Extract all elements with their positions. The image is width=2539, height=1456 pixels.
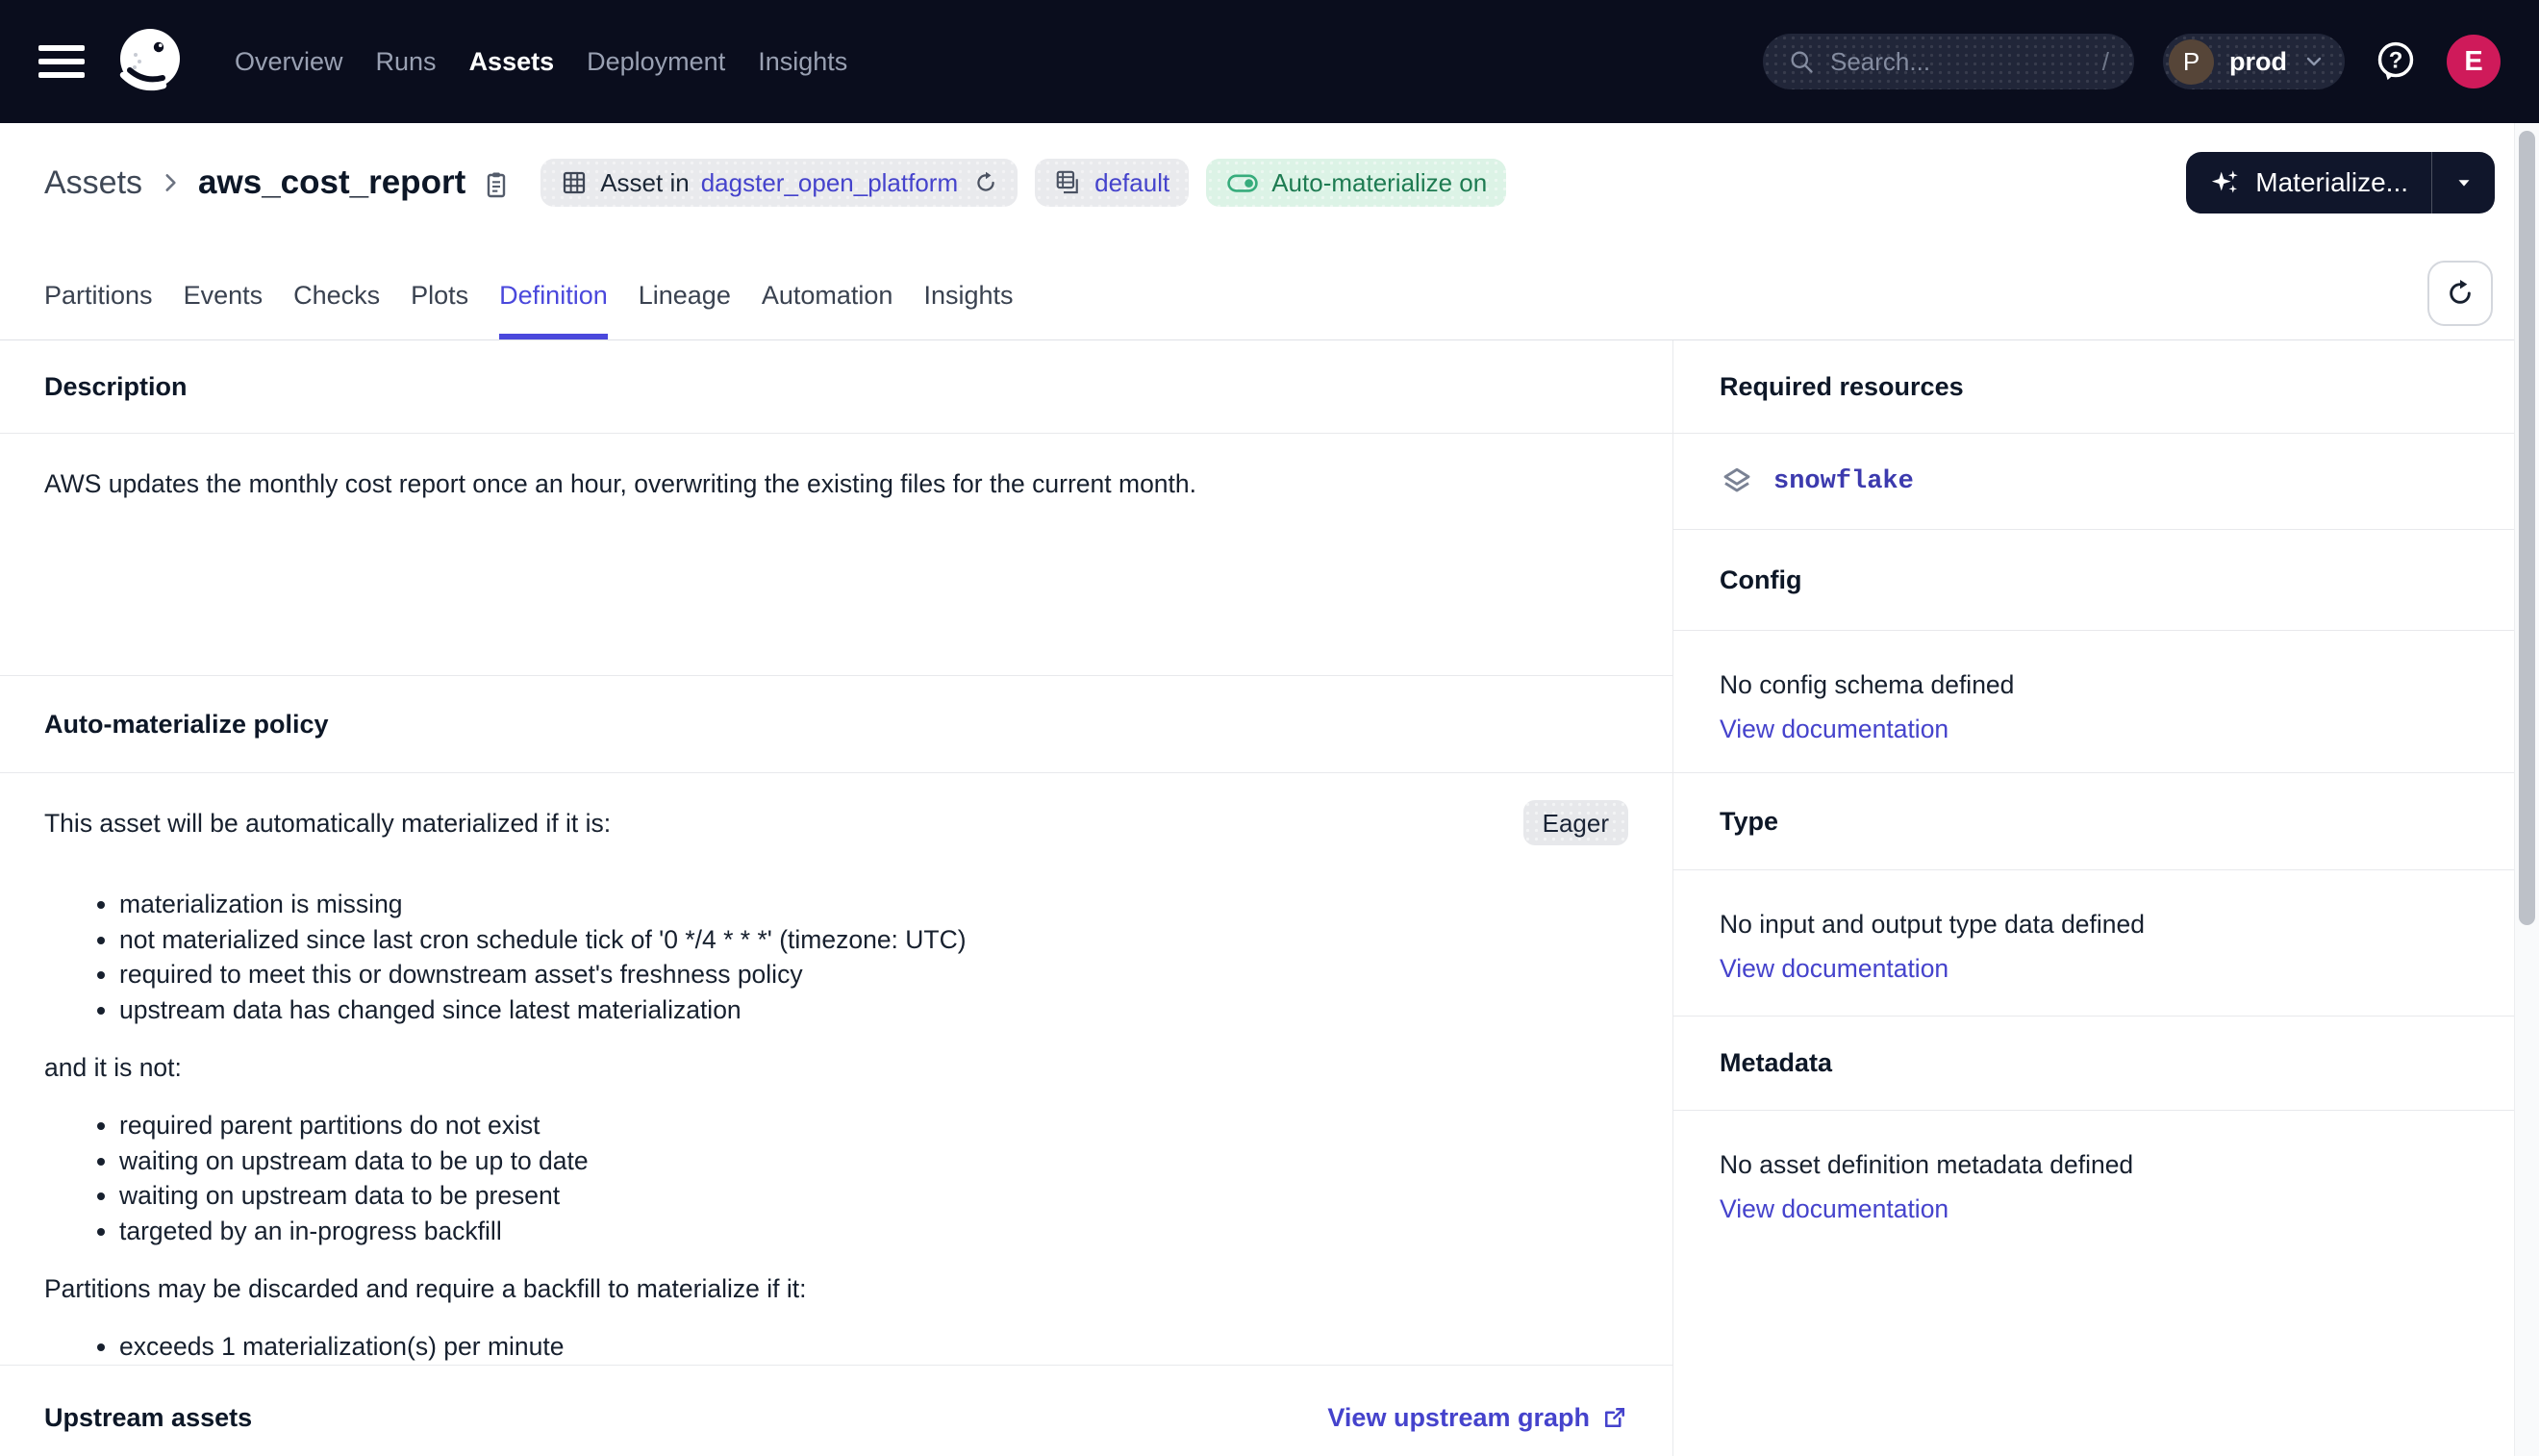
search-icon <box>1788 48 1815 75</box>
table-icon <box>560 168 589 197</box>
upstream-assets-heading: Upstream assets <box>44 1403 252 1433</box>
external-link-icon <box>1601 1404 1628 1431</box>
reload-location-icon[interactable] <box>973 170 998 195</box>
policy-if-item: required to meet this or downstream asse… <box>119 957 1628 992</box>
nav-item-runs[interactable]: Runs <box>376 47 437 77</box>
config-heading: Config <box>1673 530 2539 631</box>
group-badge: default <box>1035 159 1189 207</box>
user-avatar[interactable]: E <box>2447 35 2501 88</box>
policy-if-item: upstream data has changed since latest m… <box>119 992 1628 1028</box>
automaterialize-policy-heading: Auto-materialize policy <box>0 676 1672 773</box>
materialize-button[interactable]: Materialize... <box>2186 152 2431 213</box>
sparkle-icon <box>2209 166 2242 199</box>
policy-not-item: waiting on upstream data to be up to dat… <box>119 1143 1628 1179</box>
top-nav: Overview Runs Assets Deployment Insights… <box>0 0 2539 123</box>
policy-not-intro: and it is not: <box>44 1050 1628 1085</box>
search-input[interactable]: Search... / <box>1763 34 2134 89</box>
eager-badge: Eager <box>1523 800 1628 845</box>
tab-insights[interactable]: Insights <box>923 281 1013 339</box>
definition-sidebar: Required resources snowflake Config No c… <box>1673 340 2539 1456</box>
asset-group-icon <box>1054 168 1083 197</box>
breadcrumb-chevron-icon <box>158 170 183 195</box>
chevron-down-icon <box>2302 50 2325 73</box>
upstream-assets-section: Upstream assets View upstream graph <box>0 1366 1672 1456</box>
asset-tabs: Partitions Events Checks Plots Definitio… <box>0 213 2539 340</box>
policy-not-item: required parent partitions do not exist <box>119 1108 1628 1143</box>
policy-if-item: materialization is missing <box>119 887 1628 922</box>
view-upstream-graph-link[interactable]: View upstream graph <box>1327 1403 1628 1433</box>
group-link[interactable]: default <box>1094 168 1169 198</box>
materialize-dropdown-button[interactable] <box>2431 152 2495 213</box>
deployment-name: prod <box>2229 47 2287 77</box>
tab-automation[interactable]: Automation <box>762 281 893 339</box>
tab-lineage[interactable]: Lineage <box>639 281 731 339</box>
required-resources-heading: Required resources <box>1673 340 2539 434</box>
type-heading: Type <box>1673 773 2539 870</box>
tab-checks[interactable]: Checks <box>293 281 380 339</box>
policy-if-item: not materialized since last cron schedul… <box>119 922 1628 958</box>
scrollbar-track[interactable] <box>2514 123 2539 1456</box>
definition-main: Description AWS updates the monthly cost… <box>0 340 1673 1456</box>
nav-item-overview[interactable]: Overview <box>235 47 343 77</box>
nav-item-assets[interactable]: Assets <box>469 47 555 77</box>
resource-link-snowflake[interactable]: snowflake <box>1773 467 1914 496</box>
menu-icon[interactable] <box>38 45 85 78</box>
automaterialize-badge[interactable]: Auto-materialize on <box>1206 159 1506 207</box>
metadata-heading: Metadata <box>1673 1017 2539 1111</box>
config-docs-link[interactable]: View documentation <box>1720 708 1948 750</box>
search-placeholder: Search... <box>1830 47 2102 77</box>
caret-down-icon <box>2453 172 2475 193</box>
asset-location-badge: Asset in dagster_open_platform <box>540 159 1018 207</box>
policy-discard-item: exceeds 1 materialization(s) per minute <box>119 1329 1628 1365</box>
refresh-icon <box>2445 278 2476 309</box>
breadcrumb-assets[interactable]: Assets <box>44 164 142 202</box>
type-empty-text: No input and output type data defined <box>1720 903 2493 945</box>
layers-icon <box>1720 464 1754 499</box>
automaterialize-label: Auto-materialize on <box>1271 168 1487 198</box>
config-empty-text: No config schema defined <box>1720 664 2493 706</box>
description-text: AWS updates the monthly cost report once… <box>0 434 1672 676</box>
dagster-logo-icon <box>112 23 189 100</box>
scrollbar-thumb[interactable] <box>2519 131 2535 925</box>
metadata-empty-text: No asset definition metadata defined <box>1720 1143 2493 1186</box>
asset-header: Assets aws_cost_report Asset in d <box>0 152 2539 213</box>
tab-definition[interactable]: Definition <box>499 281 608 339</box>
toggle-on-icon <box>1225 168 1260 197</box>
type-body: No input and output type data defined Vi… <box>1673 870 2539 1017</box>
policy-if-list: materialization is missing not materiali… <box>44 887 1628 1027</box>
automaterialize-policy-body: This asset will be automatically materia… <box>0 773 1672 1366</box>
policy-discard-intro: Partitions may be discarded and require … <box>44 1271 1628 1306</box>
tab-events[interactable]: Events <box>184 281 264 339</box>
asset-in-label: Asset in <box>600 168 690 198</box>
policy-intro: This asset will be automatically materia… <box>44 806 611 841</box>
policy-not-item: waiting on upstream data to be present <box>119 1178 1628 1214</box>
primary-nav: Overview Runs Assets Deployment Insights <box>235 47 847 77</box>
deployment-switcher[interactable]: P prod <box>2163 34 2345 89</box>
svg-text:?: ? <box>2389 48 2403 74</box>
policy-discard-list: exceeds 1 materialization(s) per minute <box>44 1329 1628 1365</box>
resource-row: snowflake <box>1673 434 2539 530</box>
description-heading: Description <box>0 340 1672 434</box>
help-icon: ? <box>2374 39 2418 84</box>
tab-partitions[interactable]: Partitions <box>44 281 153 339</box>
search-shortcut-hint: / <box>2102 47 2109 77</box>
materialize-label: Materialize... <box>2255 167 2408 198</box>
deployment-avatar: P <box>2169 39 2214 85</box>
config-body: No config schema defined View documentat… <box>1673 631 2539 773</box>
dagster-logo[interactable] <box>112 23 189 100</box>
copy-icon[interactable] <box>481 169 512 200</box>
code-location-link[interactable]: dagster_open_platform <box>701 168 958 198</box>
policy-not-item: targeted by an in-progress backfill <box>119 1214 1628 1249</box>
type-docs-link[interactable]: View documentation <box>1720 947 1948 990</box>
metadata-body: No asset definition metadata defined Vie… <box>1673 1111 2539 1263</box>
nav-item-deployment[interactable]: Deployment <box>587 47 725 77</box>
nav-item-insights[interactable]: Insights <box>758 47 847 77</box>
policy-not-list: required parent partitions do not exist … <box>44 1108 1628 1248</box>
materialize-split-button: Materialize... <box>2186 152 2495 213</box>
tab-plots[interactable]: Plots <box>411 281 468 339</box>
refresh-button[interactable] <box>2427 261 2493 326</box>
help-button[interactable]: ? <box>2374 39 2418 84</box>
metadata-docs-link[interactable]: View documentation <box>1720 1188 1948 1230</box>
page-title: aws_cost_report <box>198 163 465 202</box>
